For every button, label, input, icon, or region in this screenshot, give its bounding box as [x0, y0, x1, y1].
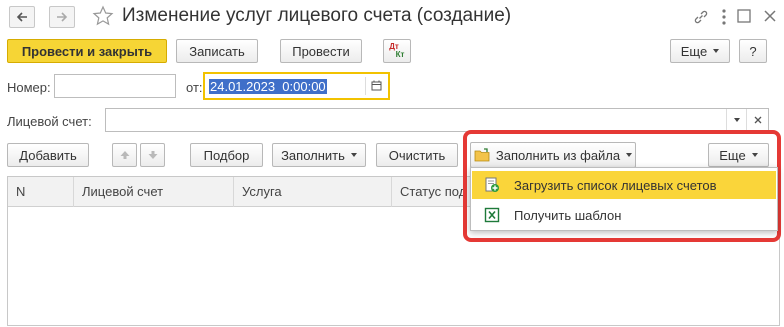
account-clear-button[interactable] [746, 109, 768, 131]
save-label: Записать [189, 43, 245, 59]
help-label: ? [749, 43, 757, 59]
help-button[interactable]: ? [739, 39, 767, 63]
calendar-icon[interactable] [365, 77, 385, 95]
chevron-down-icon [350, 153, 357, 157]
favorite-star-icon[interactable] [92, 5, 114, 30]
arrow-down-icon [148, 151, 157, 159]
close-icon[interactable] [763, 9, 777, 26]
select-label: Подбор [203, 147, 250, 163]
add-button[interactable]: Добавить [7, 143, 89, 167]
clear-icon [754, 116, 761, 124]
date-label: от: [186, 80, 203, 95]
save-button[interactable]: Записать [176, 39, 258, 63]
menu-item-get-template[interactable]: Получить шаблон [472, 201, 776, 229]
clear-label: Очистить [388, 147, 446, 163]
account-field[interactable] [105, 108, 769, 132]
post-and-close-label: Провести и закрыть [21, 43, 153, 59]
chevron-down-icon [713, 49, 720, 53]
column-header-account[interactable]: Лицевой счет [74, 177, 234, 207]
excel-icon [484, 207, 500, 223]
number-field[interactable] [54, 74, 176, 98]
select-button[interactable]: Подбор [190, 143, 263, 167]
fill-button[interactable]: Заполнить [272, 143, 366, 167]
post-and-close-button[interactable]: Провести и закрыть [7, 39, 167, 63]
move-down-button[interactable] [140, 143, 165, 167]
menu-item-load-accounts[interactable]: Загрузить список лицевых счетов [472, 171, 776, 199]
back-button[interactable] [9, 6, 35, 28]
account-dropdown-button[interactable] [726, 109, 746, 131]
add-label: Добавить [19, 147, 77, 163]
page-title: Изменение услуг лицевого счета (создание… [122, 5, 512, 26]
arrow-right-icon [57, 12, 68, 22]
chevron-down-icon [733, 118, 740, 122]
dt-kt-button[interactable]: Дт Кт [383, 39, 411, 63]
column-header-service[interactable]: Услуга [234, 177, 392, 207]
forward-button[interactable] [49, 6, 75, 28]
more-label: Еще [680, 43, 708, 59]
menu-item-load-accounts-label: Загрузить список лицевых счетов [514, 177, 717, 193]
fill-from-file-menu: Загрузить список лицевых счетов Получить… [470, 167, 778, 231]
dt-kt-icon: Дт Кт [389, 42, 405, 59]
maximize-icon[interactable] [737, 9, 751, 26]
post-button[interactable]: Провести [280, 39, 362, 63]
number-label: Номер: [7, 80, 51, 95]
arrow-up-icon [120, 151, 129, 159]
load-accounts-icon [484, 177, 500, 193]
account-label: Лицевой счет: [7, 114, 92, 129]
more-button[interactable]: Еще [670, 39, 730, 63]
date-field[interactable]: 24.01.2023 0:00:00 [203, 72, 390, 100]
date-value: 24.01.2023 0:00:00 [209, 79, 327, 94]
fill-label: Заполнить [281, 147, 345, 163]
move-up-button[interactable] [112, 143, 137, 167]
column-header-n[interactable]: N [8, 177, 74, 207]
arrow-left-icon [16, 12, 27, 22]
menu-dots-icon[interactable] [721, 8, 727, 29]
link-icon[interactable] [693, 9, 709, 28]
clear-button[interactable]: Очистить [376, 143, 458, 167]
post-label: Провести [292, 43, 350, 59]
menu-item-get-template-label: Получить шаблон [514, 207, 622, 223]
